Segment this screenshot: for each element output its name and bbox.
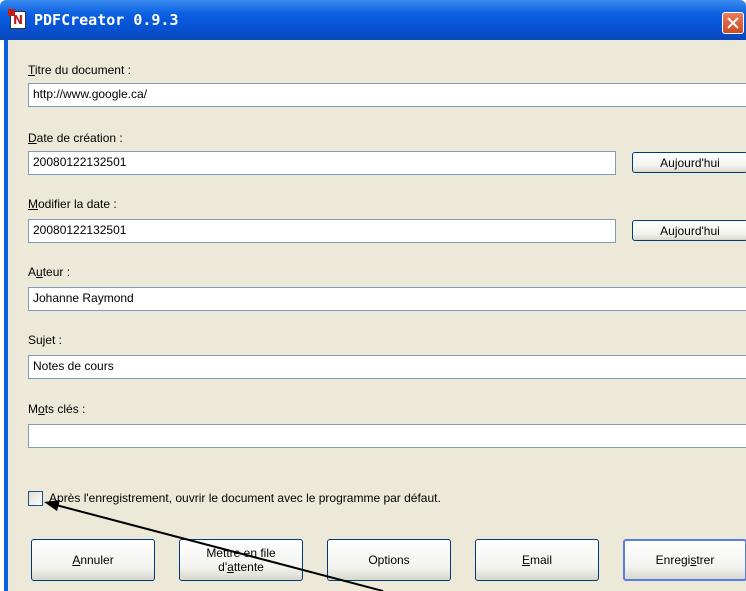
pdfcreator-window: N PDFCreator 0.9.3 Titre du document : h… [0, 0, 746, 591]
annotation-arrow [44, 500, 384, 591]
